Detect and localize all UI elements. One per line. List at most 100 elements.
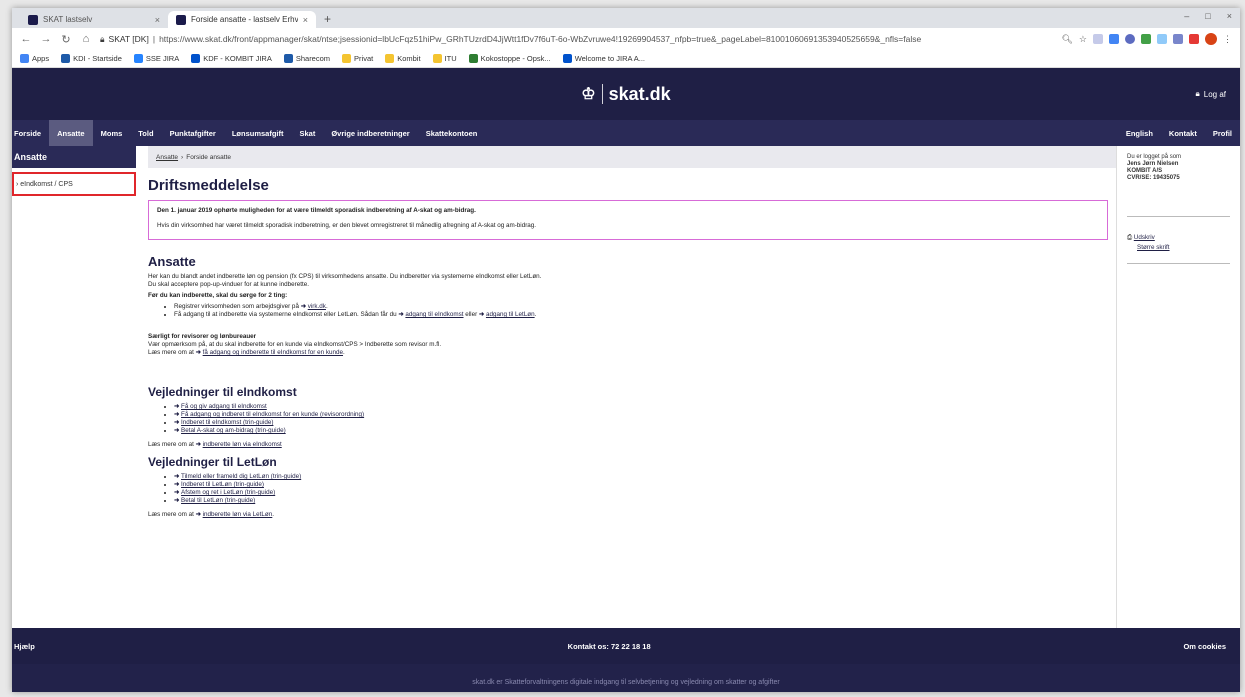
nav-item[interactable]: Profil [1205,120,1240,146]
link-revisor[interactable]: få adgang og indberette til eIndkomst fo… [203,349,343,356]
url-field[interactable]: 🔒︎ SKAT [DK] | https://www.skat.dk/front… [100,34,1053,45]
nav-item[interactable]: Kontakt [1161,120,1205,146]
right-sidebar: Du er logget på som Jens Jørn Nielsen KO… [1116,146,1240,628]
list-item: Få adgang til at indberette via systemer… [174,311,1116,319]
window-controls: – □ × [1184,11,1232,21]
bookmark-icon [191,54,201,63]
bigger-text-link[interactable]: Større skrift [1137,244,1170,251]
minimize-button[interactable]: – [1184,11,1189,21]
guide-link[interactable]: Indberet til LetLøn (trin-guide) [181,481,264,488]
site-header: ♔ skat.dk 🔒︎ Log af [12,68,1240,120]
sidebar-item-eindkomst[interactable]: › eIndkomst / CPS [12,172,136,196]
divider [1127,216,1230,217]
guide-link[interactable]: Afstem og ret i LetLøn (trin-guide) [181,489,275,496]
logout-link[interactable]: 🔒︎ Log af [1195,89,1226,99]
nav-item[interactable]: Told [130,120,161,146]
menu-icon[interactable]: ⋮ [1223,34,1232,45]
extension-icon[interactable] [1109,34,1119,44]
profile-avatar[interactable] [1205,33,1217,45]
nav-item[interactable]: Skattekontoen [418,120,486,146]
bookmark-item[interactable]: Privat [342,54,373,63]
cookies-link[interactable]: Om cookies [1183,642,1226,651]
guide-link[interactable]: Betal til LetLøn (trin-guide) [181,497,255,504]
new-tab-button[interactable]: + [316,12,339,28]
arrow-icon: ➜ [174,481,182,488]
extension-icon[interactable] [1125,34,1135,44]
guide-link[interactable]: Indberet til eIndkomst (trin-guide) [181,419,273,426]
tab-title: Forside ansatte - lastselv Erhverv [191,15,298,24]
nav-item[interactable]: Moms [93,120,131,146]
link-adgang-eindkomst[interactable]: adgang til eIndkomst [405,311,463,318]
breadcrumb-link-ansatte[interactable]: Ansatte [156,154,178,161]
extension-icon[interactable] [1173,34,1183,44]
nav-item[interactable]: Øvrige indberetninger [323,120,417,146]
site-logo[interactable]: ♔ skat.dk [581,84,671,105]
breadcrumb: Ansatte › Forside ansatte [148,146,1116,168]
guide-link[interactable]: Få adgang og indberet til eIndkomst for … [181,411,364,418]
nav-item[interactable]: Lønsumsafgift [224,120,292,146]
back-icon[interactable]: ← [20,33,32,45]
url-text: https://www.skat.dk/front/appmanager/ska… [159,34,922,44]
browser-tab[interactable]: SKAT lastselv × [20,11,168,28]
print-icon: ⎙ [1127,234,1133,241]
main-nav-right: English Kontakt Profil [1118,120,1240,146]
extension-icon[interactable] [1189,34,1199,44]
bookmark-item[interactable]: Kombit [385,54,421,63]
nav-item[interactable]: Punktafgifter [162,120,224,146]
zoom-icon[interactable]: 🔍︎ [1061,34,1072,45]
bookmark-icon [562,54,572,63]
bookmark-item[interactable]: Sharecom [283,54,330,63]
list-item: ➜ Afstem og ret i LetLøn (trin-guide) [174,489,1116,497]
home-icon[interactable]: ⌂ [80,33,92,45]
bookmark-item[interactable]: KDI - Startside [61,54,122,63]
extension-icon[interactable] [1141,34,1151,44]
list-item: ➜ Tilmeld eller frameld dig LetLøn (trin… [174,473,1116,481]
lock-icon: 🔒︎ [100,33,105,44]
list-item: ➜ Få adgang og indberet til eIndkomst fo… [174,411,1116,419]
list-item: ➜ Betal til LetLøn (trin-guide) [174,497,1116,505]
notice-text: Hvis din virksomhed har været tilmeldt s… [157,222,537,229]
company-name: KOMBIT A/S [1127,168,1163,174]
intro-text: Du skal acceptere pop-up-vinduer for at … [148,281,310,288]
nav-item[interactable]: Skat [292,120,324,146]
before-list: Registrer virksomheden som arbejdsgiver … [174,303,1116,319]
padlock-icon: 🔒︎ [1195,89,1200,98]
maximize-button[interactable]: □ [1205,11,1210,21]
print-link[interactable]: Udskriv [1134,234,1155,241]
site-footer: Hjælp Kontakt os: 72 22 18 18 Om cookies [12,628,1240,664]
tab-close-icon[interactable]: × [155,15,160,25]
browser-tab-active[interactable]: Forside ansatte - lastselv Erhverv × [168,11,316,28]
arrow-icon: ➜ [195,349,201,356]
content-area: Ansatte › eIndkomst / CPS Ansatte › Fors… [12,146,1240,628]
extension-icon[interactable] [1157,34,1167,44]
star-icon[interactable]: ☆ [1079,34,1087,45]
close-window-button[interactable]: × [1227,11,1232,21]
forward-icon[interactable]: → [40,33,52,45]
help-link[interactable]: Hjælp [14,642,35,651]
arrow-icon: ➜ [300,303,306,310]
bookmark-item[interactable]: SSE JIRA [133,54,179,63]
guide-link[interactable]: Få og giv adgang til eIndkomst [181,403,267,410]
arrow-icon: ➜ [398,311,404,318]
cvr-number: CVR/SE: 19435075 [1127,175,1180,181]
list-item: ➜ Få og giv adgang til eIndkomst [174,403,1116,411]
bookmark-item[interactable]: Apps [20,54,49,63]
link-adgang-letlon[interactable]: adgang til LetLøn [486,311,535,318]
nav-item[interactable]: Forside [12,120,49,146]
reload-icon[interactable]: ↻ [60,33,72,46]
bookmark-item[interactable]: ITU [432,54,457,63]
tab-close-icon[interactable]: × [303,15,308,25]
bookmark-item[interactable]: KDF - KOMBIT JIRA [191,54,272,63]
link-virk[interactable]: virk.dk [308,303,326,310]
nav-item[interactable]: English [1118,120,1161,146]
link-indberette-eindkomst[interactable]: indberette løn via eIndkomst [203,441,282,448]
link-indberette-letlon[interactable]: indberette løn via LetLøn [203,511,273,518]
browser-window: SKAT lastselv × Forside ansatte - lastse… [12,8,1240,692]
bookmark-item[interactable]: Kokostoppe - Opsk... [468,54,551,63]
bookmark-item[interactable]: Welcome to JIRA A... [562,54,645,63]
logout-label: Log af [1203,89,1226,99]
extension-icon[interactable] [1093,34,1103,44]
guide-link[interactable]: Tilmeld eller frameld dig LetLøn (trin-g… [181,473,301,480]
nav-item[interactable]: Ansatte [49,120,93,146]
guide-link[interactable]: Betal A-skat og am-bidrag (trin-guide) [181,427,286,434]
